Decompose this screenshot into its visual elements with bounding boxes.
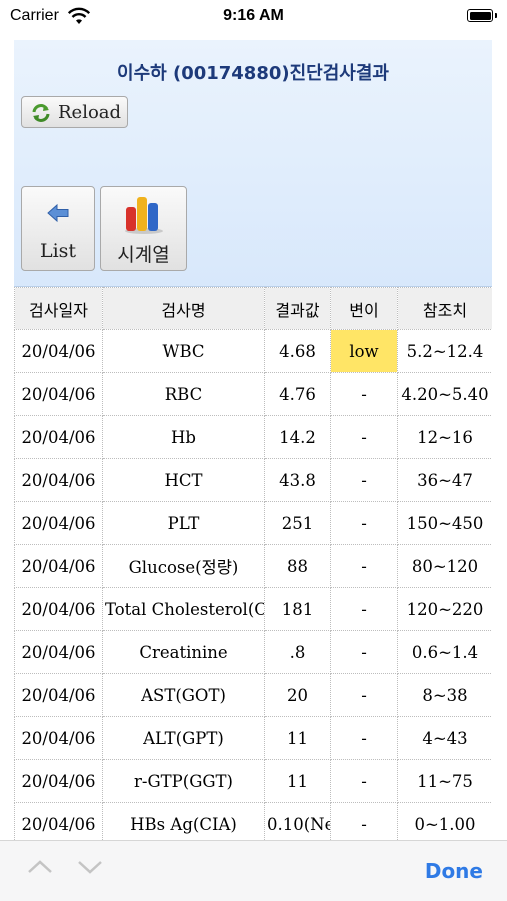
cell-reference: 0.6~1.4 — [397, 630, 492, 674]
status-time: 9:16 AM — [223, 7, 284, 24]
cell-result: 181 — [264, 587, 331, 631]
cell-result: 20 — [264, 673, 331, 717]
cell-reference: 8~38 — [397, 673, 492, 717]
column-header: 결과값 — [264, 287, 331, 330]
cell-test-name: Glucose(정량) — [102, 544, 265, 588]
cell-test-name: Creatinine — [102, 630, 265, 674]
keyboard-toolbar: Done — [0, 840, 507, 901]
table-row[interactable]: 20/04/06 Glucose(정량) 88-80~120 — [14, 544, 492, 588]
back-arrow-icon — [47, 203, 69, 223]
cell-reference: 11~75 — [397, 759, 492, 803]
time-series-label: 시계열 — [117, 244, 170, 266]
cell-result: 251 — [264, 501, 331, 545]
cell-result: .8 — [264, 630, 331, 674]
reload-icon — [32, 104, 50, 122]
cell-flag: - — [330, 673, 398, 717]
table-row[interactable]: 20/04/06 PLT 251-150~450 — [14, 501, 492, 545]
cell-test-name: RBC — [102, 372, 265, 416]
cell-date: 20/04/06 — [14, 372, 103, 416]
bar-chart-icon — [125, 197, 163, 234]
cell-test-name: PLT — [102, 501, 265, 545]
table-body: 20/04/06 WBC 4.68 low 5.2~12.4 20/04/06 RBC 4.7… — [14, 329, 492, 840]
cell-date: 20/04/06 — [14, 587, 103, 631]
cell-flag: - — [330, 759, 398, 803]
cell-flag: low — [330, 329, 398, 373]
cell-test-name: AST(GOT) — [102, 673, 265, 717]
status-bar: Carrier 9:16 AM — [0, 0, 507, 34]
page-title: 이수하 (00174880)진단검사결과 — [117, 63, 389, 84]
cell-result: 4.68 — [264, 329, 331, 373]
cell-reference: 150~450 — [397, 501, 492, 545]
column-header: 검사명 — [102, 287, 265, 330]
reload-label: Reload — [58, 102, 122, 123]
table-row[interactable]: 20/04/06 Total Cholesterol(CH 181-120~220 — [14, 587, 492, 631]
cell-reference: 36~47 — [397, 458, 492, 502]
cell-date: 20/04/06 — [14, 501, 103, 545]
cell-result: 14.2 — [264, 415, 331, 459]
cell-flag: - — [330, 458, 398, 502]
cell-date: 20/04/06 — [14, 802, 103, 840]
cell-reference: 0~1.00 — [397, 802, 492, 840]
column-header: 참조치 — [397, 287, 492, 330]
time-series-button[interactable]: 시계열 — [100, 186, 187, 271]
cell-reference: 80~120 — [397, 544, 492, 588]
table-row[interactable]: 20/04/06 RBC 4.76-4.20~5.40 — [14, 372, 492, 416]
cell-flag: - — [330, 544, 398, 588]
cell-flag: - — [330, 802, 398, 840]
cell-result: 0.10(Ne — [264, 802, 331, 840]
cell-date: 20/04/06 — [14, 458, 103, 502]
cell-test-name: HCT — [102, 458, 265, 502]
cell-date: 20/04/06 — [14, 329, 103, 373]
page-header: 이수하 (00174880)진단검사결과 Reload List 시계열 — [14, 40, 492, 287]
cell-reference: 5.2~12.4 — [397, 329, 492, 373]
table-row[interactable]: 20/04/06 Hb 14.2-12~16 — [14, 415, 492, 459]
table-row[interactable]: 20/04/06 Creatinine .8-0.6~1.4 — [14, 630, 492, 674]
cell-date: 20/04/06 — [14, 630, 103, 674]
battery-icon — [467, 9, 497, 22]
cell-result: 43.8 — [264, 458, 331, 502]
cell-test-name: r-GTP(GGT) — [102, 759, 265, 803]
cell-test-name: WBC — [102, 329, 265, 373]
reload-button[interactable]: Reload — [21, 96, 128, 128]
column-header: 변이 — [330, 287, 398, 330]
column-header: 검사일자 — [14, 287, 103, 330]
table-header-row: 검사일자 검사명 결과값 변이 참조치 — [14, 287, 492, 330]
web-content: 이수하 (00174880)진단검사결과 Reload List 시계열 검사일… — [14, 40, 492, 840]
cell-test-name: Hb — [102, 415, 265, 459]
cell-date: 20/04/06 — [14, 759, 103, 803]
cell-flag: - — [330, 501, 398, 545]
list-label: List — [39, 240, 77, 262]
cell-result: 88 — [264, 544, 331, 588]
table-row[interactable]: 20/04/06 AST(GOT) 20-8~38 — [14, 673, 492, 717]
cell-reference: 4.20~5.40 — [397, 372, 492, 416]
cell-result: 11 — [264, 759, 331, 803]
cell-flag: - — [330, 716, 398, 760]
cell-flag: - — [330, 415, 398, 459]
cell-flag: - — [330, 630, 398, 674]
lab-results-table: 검사일자 검사명 결과값 변이 참조치 20/04/06 WBC 4.68 low 5.2~12… — [14, 287, 492, 840]
chevron-down-icon[interactable] — [76, 857, 104, 877]
cell-result: 11 — [264, 716, 331, 760]
table-row[interactable]: 20/04/06 WBC 4.68 low 5.2~12.4 — [14, 329, 492, 373]
cell-test-name: Total Cholesterol(CH — [102, 587, 265, 631]
cell-date: 20/04/06 — [14, 544, 103, 588]
cell-date: 20/04/06 — [14, 673, 103, 717]
cell-test-name: ALT(GPT) — [102, 716, 265, 760]
cell-result: 4.76 — [264, 372, 331, 416]
cell-reference: 120~220 — [397, 587, 492, 631]
cell-flag: - — [330, 372, 398, 416]
list-button[interactable]: List — [21, 186, 95, 271]
done-button[interactable]: Done — [425, 859, 483, 883]
chevron-up-icon[interactable] — [26, 857, 54, 877]
cell-flag: - — [330, 587, 398, 631]
cell-date: 20/04/06 — [14, 716, 103, 760]
table-row[interactable]: 20/04/06 HBs Ag(CIA) 0.10(Ne -0~1.00 — [14, 802, 492, 840]
cell-reference: 4~43 — [397, 716, 492, 760]
cell-test-name: HBs Ag(CIA) — [102, 802, 265, 840]
cell-date: 20/04/06 — [14, 415, 103, 459]
table-row[interactable]: 20/04/06 r-GTP(GGT) 11-11~75 — [14, 759, 492, 803]
table-row[interactable]: 20/04/06 ALT(GPT) 11-4~43 — [14, 716, 492, 760]
table-row[interactable]: 20/04/06 HCT 43.8-36~47 — [14, 458, 492, 502]
cell-reference: 12~16 — [397, 415, 492, 459]
